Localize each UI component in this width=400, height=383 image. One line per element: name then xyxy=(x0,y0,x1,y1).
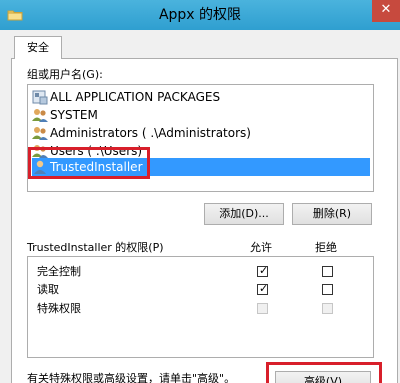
users-group-icon xyxy=(32,127,48,140)
allow-checkbox[interactable]: ✓ xyxy=(257,282,269,295)
list-item-label: ALL APPLICATION PACKAGES xyxy=(50,90,221,104)
checkmark-icon: ✓ xyxy=(259,282,269,295)
selection-highlight-box xyxy=(28,147,150,179)
permission-name: 完全控制 xyxy=(37,265,81,278)
advanced-highlight-box xyxy=(266,362,382,383)
deny-checkbox xyxy=(322,303,333,314)
checkmark-icon: ✓ xyxy=(259,264,269,277)
close-button[interactable]: ✕ xyxy=(372,0,400,22)
title-bar: Appx 的权限 ✕ xyxy=(0,0,400,30)
window-title: Appx 的权限 xyxy=(158,7,242,23)
users-group-icon xyxy=(32,109,48,122)
allow-column-header: 允许 xyxy=(250,241,272,254)
remove-button[interactable]: 删除(R) xyxy=(292,203,372,225)
allow-checkbox[interactable]: ✓ xyxy=(257,264,269,277)
permissions-header: TrustedInstaller 的权限(P) xyxy=(27,241,164,254)
list-item-label: SYSTEM xyxy=(50,108,98,122)
permission-row: 完全控制 xyxy=(37,263,81,281)
advanced-hint: 有关特殊权限或高级设置，请单击"高级"。 xyxy=(27,372,236,383)
group-list-label: 组或用户名(G): xyxy=(27,68,103,81)
deny-checkbox[interactable] xyxy=(322,284,333,295)
permissions-list: 完全控制 ✓ 读取 ✓ 特殊权限 xyxy=(27,256,374,358)
list-item-label: Administrators ( .\Administrators) xyxy=(50,126,251,140)
allow-checkbox xyxy=(257,303,268,314)
tab-security[interactable]: 安全 xyxy=(14,36,62,59)
deny-column-header: 拒绝 xyxy=(315,241,337,254)
app-packages-icon xyxy=(32,90,48,105)
deny-checkbox[interactable] xyxy=(322,266,333,277)
permission-row: 读取 xyxy=(37,281,59,299)
permission-row: 特殊权限 xyxy=(37,300,81,318)
permission-name: 特殊权限 xyxy=(37,302,81,315)
permission-name: 读取 xyxy=(37,283,59,296)
permissions-dialog: Appx 的权限 ✕ 安全 组或用户名(G): ALL APPLICATION … xyxy=(0,0,400,383)
add-button[interactable]: 添加(D)... xyxy=(204,203,284,225)
